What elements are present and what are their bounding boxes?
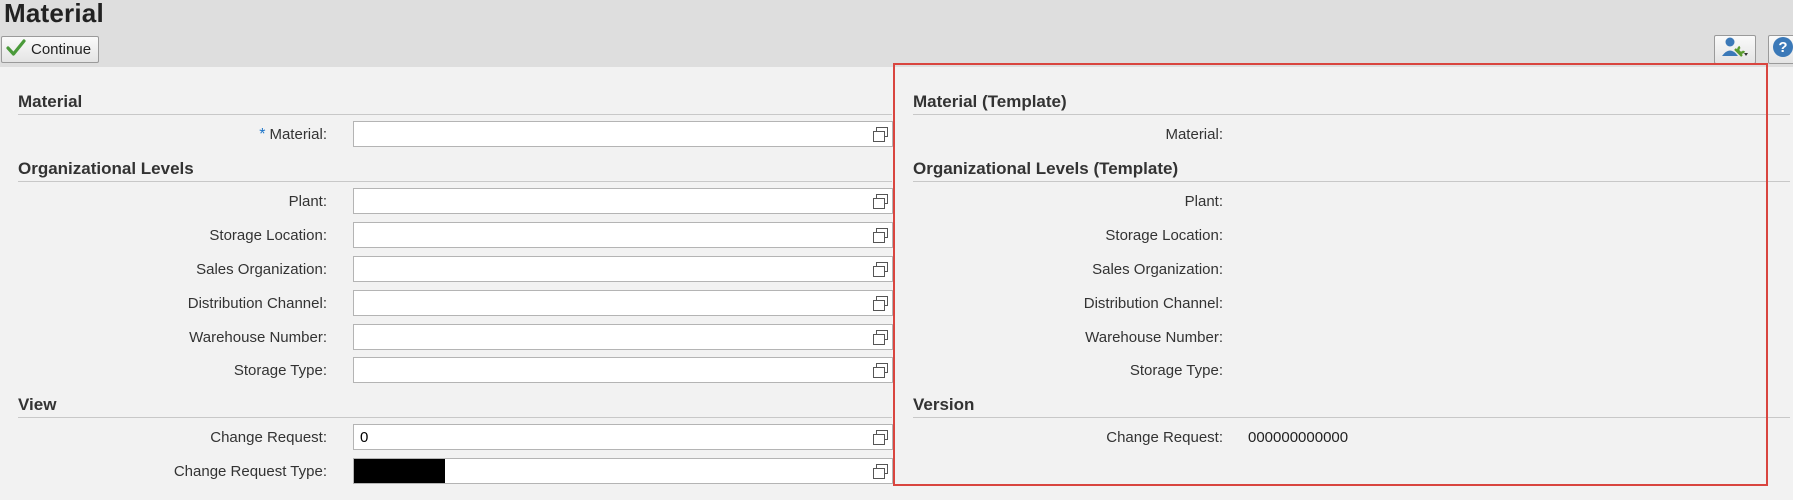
plant-label: Plant: — [288, 193, 327, 210]
highlight-frame — [893, 63, 1768, 486]
section-version: Version — [913, 395, 975, 414]
material-input[interactable] — [353, 121, 893, 147]
section-divider — [18, 114, 892, 115]
checkmark-icon — [6, 38, 26, 61]
value-help-icon[interactable] — [872, 261, 889, 278]
required-marker: * — [259, 126, 266, 143]
plant-input[interactable] — [353, 188, 893, 214]
template-distribution-channel-label: Distribution Channel: — [1083, 295, 1223, 312]
title-bar: Material Continue ? — [0, 0, 1793, 67]
redacted-value — [354, 459, 445, 483]
storage-type-label: Storage Type: — [233, 362, 327, 379]
value-help-icon[interactable] — [872, 463, 889, 480]
template-change-request-label: Change Request: — [1106, 429, 1223, 446]
template-plant-label: Plant: — [1184, 193, 1223, 210]
section-divider — [18, 417, 892, 418]
value-help-icon[interactable] — [872, 126, 889, 143]
continue-button[interactable]: Continue — [1, 36, 99, 63]
user-settings-icon — [1720, 36, 1750, 63]
change-request-input[interactable]: 0 — [353, 424, 893, 450]
section-view: View — [18, 395, 57, 414]
distribution-channel-input[interactable] — [353, 290, 893, 316]
personalize-button[interactable] — [1714, 35, 1756, 64]
section-divider — [913, 417, 1790, 418]
template-warehouse-number-label: Warehouse Number: — [1085, 329, 1223, 346]
warehouse-number-input[interactable] — [353, 324, 893, 350]
material-label: * Material: — [259, 126, 327, 143]
value-help-icon[interactable] — [872, 329, 889, 346]
section-divider — [913, 114, 1790, 115]
value-help-icon[interactable] — [872, 429, 889, 446]
section-divider — [913, 181, 1790, 182]
help-button[interactable]: ? — [1768, 35, 1793, 64]
storage-location-label: Storage Location: — [209, 227, 327, 244]
template-storage-location-label: Storage Location: — [1105, 227, 1223, 244]
storage-location-input[interactable] — [353, 222, 893, 248]
template-storage-type-label: Storage Type: — [1129, 362, 1223, 379]
change-request-type-input[interactable] — [353, 458, 893, 484]
template-change-request-value: 000000000000 — [1248, 429, 1349, 446]
change-request-label: Change Request: — [210, 429, 327, 446]
sales-organization-label: Sales Organization: — [196, 261, 327, 278]
section-org-levels: Organizational Levels — [18, 159, 194, 178]
value-help-icon[interactable] — [872, 227, 889, 244]
warehouse-number-label: Warehouse Number: — [189, 329, 327, 346]
sales-organization-input[interactable] — [353, 256, 893, 282]
template-sales-organization-label: Sales Organization: — [1092, 261, 1223, 278]
change-request-type-label: Change Request Type: — [173, 463, 327, 480]
section-material-template: Material (Template) — [913, 92, 1067, 111]
value-help-icon[interactable] — [872, 193, 889, 210]
section-divider — [18, 181, 892, 182]
distribution-channel-label: Distribution Channel: — [187, 295, 327, 312]
template-material-label: Material: — [1165, 126, 1223, 143]
help-icon: ? — [1772, 36, 1793, 63]
value-help-icon[interactable] — [872, 295, 889, 312]
section-org-levels-template: Organizational Levels (Template) — [913, 159, 1179, 178]
section-material: Material — [18, 92, 83, 111]
value-help-icon[interactable] — [872, 362, 889, 379]
storage-type-input[interactable] — [353, 357, 893, 383]
page-title: Material — [4, 0, 104, 28]
change-request-value: 0 — [360, 429, 369, 446]
continue-button-label: Continue — [31, 41, 92, 58]
svg-text:?: ? — [1778, 39, 1787, 56]
